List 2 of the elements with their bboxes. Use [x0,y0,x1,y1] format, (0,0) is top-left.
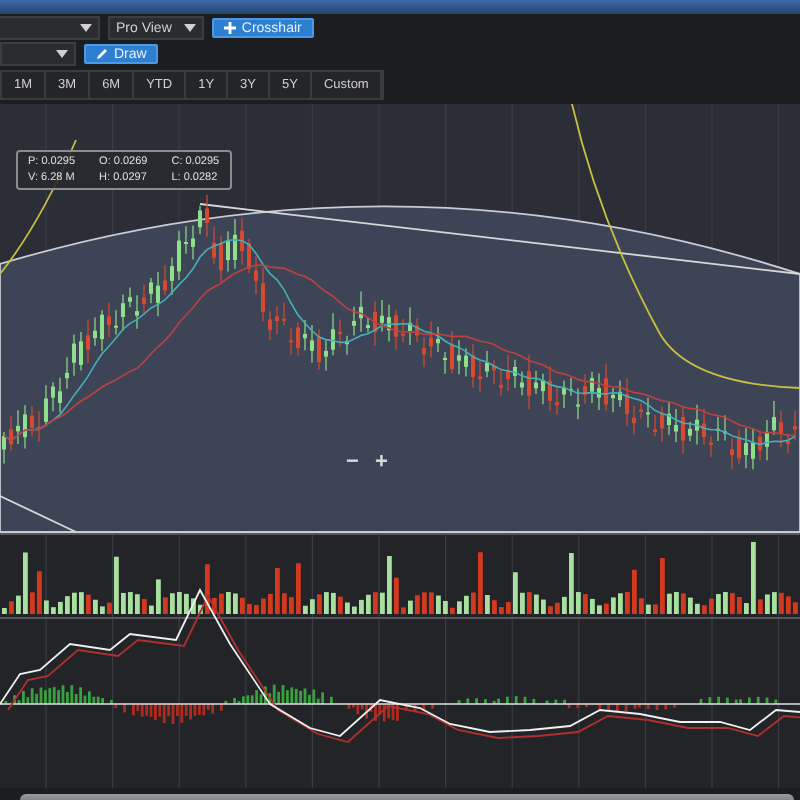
zoom-in-button[interactable]: + [374,452,388,472]
zoom-out-button[interactable]: − [346,452,359,472]
